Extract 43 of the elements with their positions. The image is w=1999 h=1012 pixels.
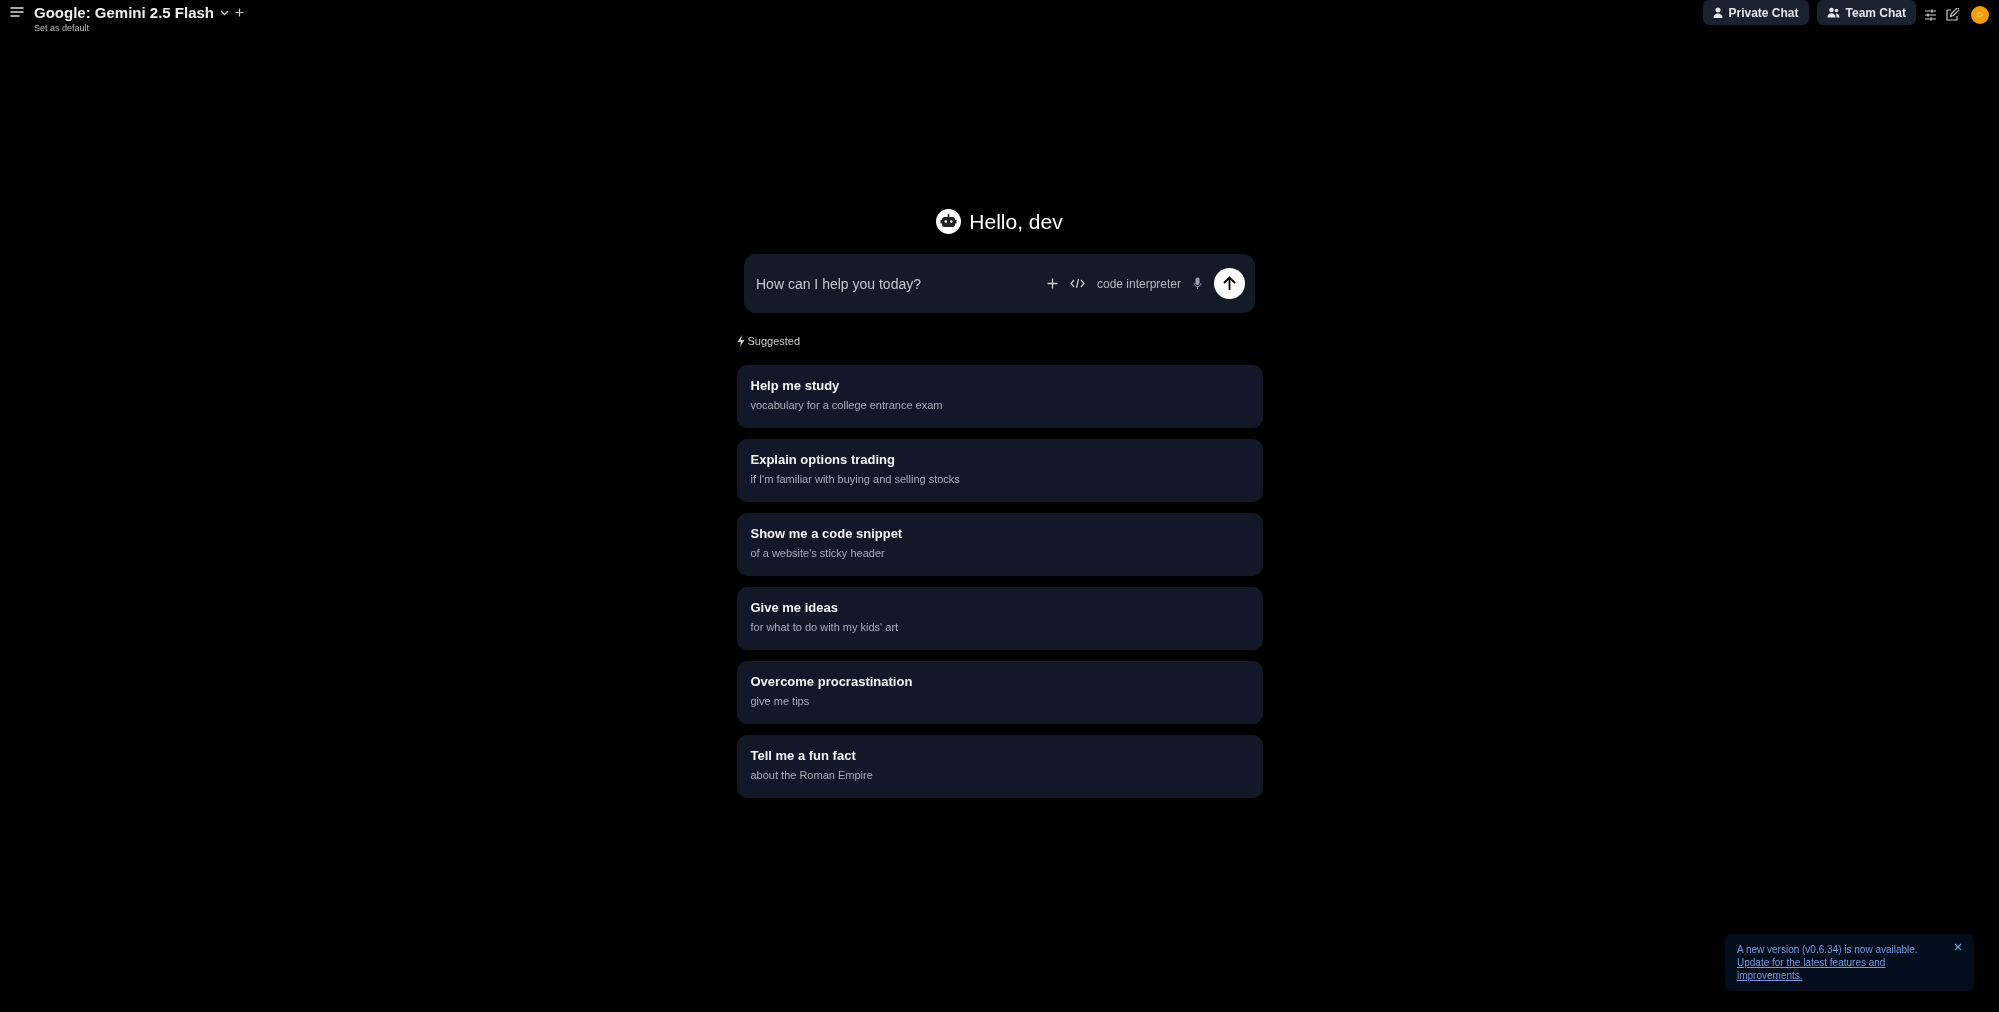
lightning-icon (736, 335, 745, 347)
code-icon[interactable] (1069, 278, 1085, 289)
suggestion-subtitle: about the Roman Empire (750, 769, 874, 781)
set-default-link[interactable]: Set as default (34, 23, 245, 33)
robot-icon (936, 209, 962, 234)
chevron-down-icon (220, 9, 230, 16)
suggestion-card[interactable]: Give me ideas for what to do with my kids' art (736, 587, 1263, 650)
plus-icon[interactable] (235, 8, 245, 17)
suggestion-title: Overcome procrastination (750, 674, 914, 689)
message-input[interactable]: How can I help you today? code interpreter (744, 254, 1255, 313)
suggestion-card[interactable]: Show me a code snippet of a website's sticky header (736, 513, 1263, 576)
tool-label[interactable]: code interpreter (1096, 276, 1181, 291)
model-selector[interactable]: Google: Gemini 2.5 Flash (34, 4, 230, 21)
microphone-icon[interactable] (1193, 277, 1202, 290)
send-button[interactable] (1214, 268, 1245, 299)
suggestion-subtitle: for what to do with my kids' art (750, 621, 900, 633)
users-icon (1826, 7, 1840, 18)
menu-icon[interactable] (10, 6, 24, 18)
suggestion-title: Tell me a fun fact (750, 748, 857, 763)
suggestion-card[interactable]: Help me study vocabulary for a college entrance exam (736, 365, 1263, 428)
update-link[interactable]: Update for the latest features and improvements. (1737, 956, 1946, 982)
suggestion-card[interactable]: Overcome procrastination give me tips (736, 661, 1263, 724)
toast-message: A new version (v0.6.34) is now available. (1737, 943, 1919, 956)
suggestion-title: Show me a code snippet (750, 526, 904, 541)
greeting-text: Hello, dev (969, 209, 1063, 234)
suggestion-title: Help me study (750, 378, 841, 393)
suggested-label: Suggested (747, 335, 801, 347)
suggestion-card[interactable]: Explain options trading if I'm familiar with buying and selling stocks (736, 439, 1263, 502)
suggestion-subtitle: of a website's sticky header (750, 547, 886, 559)
edit-icon[interactable] (1945, 7, 1959, 22)
private-chat-button[interactable]: Private Chat (1702, 0, 1809, 25)
sliders-icon[interactable] (1924, 8, 1937, 21)
plus-icon[interactable] (1046, 278, 1058, 289)
user-icon (1712, 7, 1723, 18)
team-chat-button[interactable]: Team Chat (1816, 0, 1916, 25)
suggestion-subtitle: if I'm familiar with buying and selling stocks (750, 473, 961, 485)
suggestion-card[interactable]: Tell me a fun fact about the Roman Empire (736, 735, 1263, 798)
suggestion-title: Give me ideas (750, 600, 839, 615)
suggestion-title: Explain options trading (750, 452, 896, 467)
close-icon (1954, 943, 1962, 951)
arrow-up-icon (1222, 276, 1237, 291)
suggestion-subtitle: vocabulary for a college entrance exam (750, 399, 944, 411)
suggestion-subtitle: give me tips (750, 695, 811, 707)
